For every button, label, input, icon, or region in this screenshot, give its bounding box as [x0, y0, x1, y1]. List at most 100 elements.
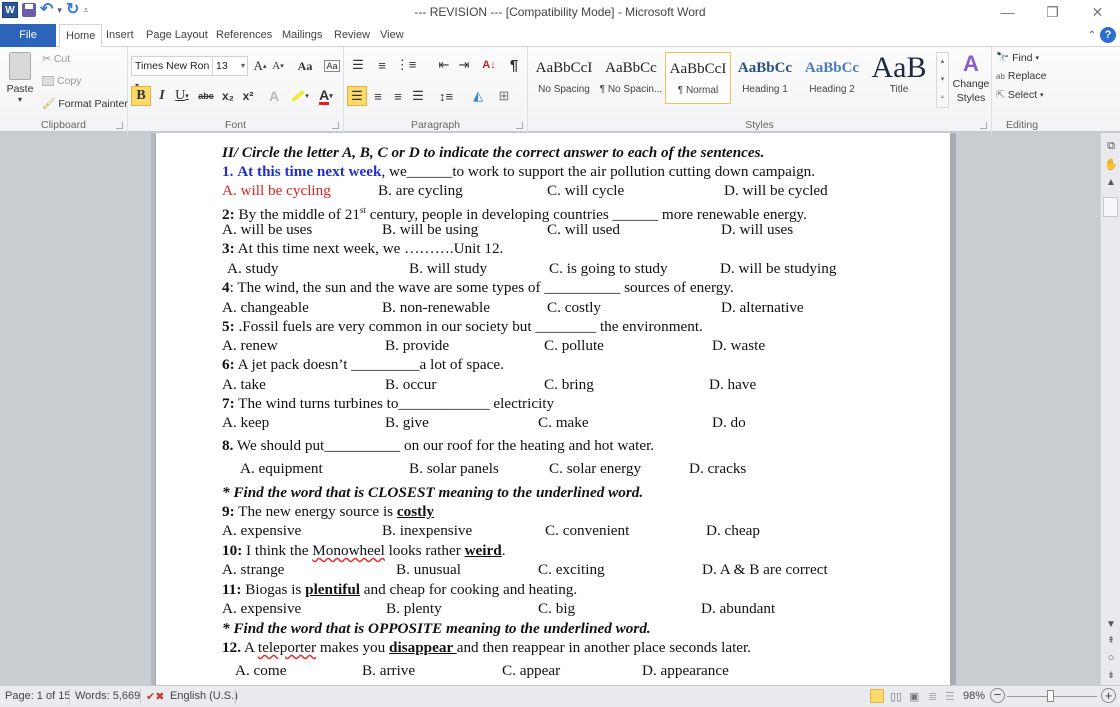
web-layout-icon[interactable]: ▣	[909, 690, 919, 703]
strikethrough-button[interactable]: abc	[196, 86, 216, 106]
next-page-icon[interactable]: ⇟	[1104, 668, 1118, 682]
font-color-button[interactable]: A ▾	[316, 86, 336, 106]
bullets-button[interactable]: ☰	[348, 55, 368, 75]
question-text: A jet pack doesn’t _________a lot of spa…	[234, 356, 504, 373]
select-button[interactable]: ⇱ Select ▾	[996, 89, 1044, 101]
hand-icon[interactable]: ✋	[1104, 157, 1118, 171]
style-heading-1[interactable]: AaBbCc Heading 1	[732, 52, 798, 104]
spelling-error-word[interactable]: Monowheel	[312, 542, 385, 559]
option-b: B. non-renewable	[382, 299, 490, 316]
multilevel-list-button[interactable]: ⋮≡	[396, 55, 417, 75]
borders-button[interactable]: ⊞	[494, 86, 514, 106]
replace-icon: ab	[996, 71, 1005, 81]
paste-button[interactable]: Paste ▾	[4, 50, 36, 110]
font-color-icon: A	[319, 86, 330, 105]
font-size-field[interactable]: 13 ▾	[212, 56, 248, 76]
minimize-button[interactable]: —	[985, 0, 1030, 24]
help-icon[interactable]: ?	[1100, 27, 1116, 43]
zoom-out-button[interactable]: −	[990, 688, 1005, 703]
styles-scroll[interactable]: ▴ ▾ ⩡	[936, 52, 949, 108]
change-styles-button[interactable]: A Change Styles	[952, 51, 990, 105]
justify-button[interactable]: ☰	[408, 86, 428, 106]
cursor-icon: ⇱	[996, 89, 1005, 101]
show-marks-button[interactable]: ¶	[504, 55, 524, 75]
line-spacing-icon: ↕≡	[438, 88, 454, 104]
zoom-in-button[interactable]: +	[1101, 688, 1116, 703]
underline-button[interactable]: U ▾	[172, 86, 192, 106]
tab-file[interactable]: File	[0, 24, 56, 47]
tab-review[interactable]: Review	[328, 24, 376, 47]
clear-formatting-button[interactable]: Aa	[322, 56, 342, 76]
page-count[interactable]: Page: 1 of 15	[5, 690, 70, 702]
replace-button[interactable]: ab Replace	[996, 70, 1046, 82]
sort-button[interactable]: A↓	[479, 55, 499, 75]
full-screen-reading-icon[interactable]: ▯▯	[890, 690, 902, 703]
style-name: No Spacing	[538, 84, 590, 95]
draft-view-icon[interactable]: ☰	[945, 690, 955, 703]
superscript-button[interactable]: x²	[238, 86, 258, 106]
styles-launcher-icon[interactable]	[980, 122, 987, 129]
align-right-button[interactable]: ≡	[388, 86, 408, 106]
spelling-error-word[interactable]: teleporter	[258, 639, 316, 656]
style-heading-2[interactable]: AaBbCc Heading 2	[799, 52, 865, 104]
question-text: and then reappear in another place secon…	[456, 639, 752, 656]
align-left-button[interactable]: ☰	[347, 86, 367, 106]
tab-references[interactable]: References	[210, 24, 278, 47]
select-browse-object-icon[interactable]: ○	[1104, 651, 1118, 665]
format-painter-button[interactable]: 🖌 Format Painter	[42, 97, 128, 111]
shading-button[interactable]: ◭	[468, 86, 488, 106]
style-no-spacing-2[interactable]: AaBbCc ¶ No Spacin...	[598, 52, 664, 104]
clipboard-launcher-icon[interactable]	[116, 122, 123, 129]
highlight-button[interactable]: ▾	[290, 86, 310, 106]
scroll-thumb[interactable]	[1103, 197, 1118, 217]
highlighter-icon	[291, 89, 305, 103]
editing-group-label: Editing	[1005, 119, 1039, 131]
font-launcher-icon[interactable]	[332, 122, 339, 129]
scroll-up-icon[interactable]: ▲	[1104, 175, 1118, 189]
window-title: --- REVISION --- [Compatibility Mode] - …	[414, 5, 706, 19]
status-bar: Page: 1 of 15 Words: 5,669 ✔✖ English (U…	[0, 685, 1120, 707]
grow-font-button[interactable]: A ▴	[250, 56, 270, 76]
question-text: .	[501, 542, 506, 559]
minimize-ribbon-icon[interactable]: ⌃	[1088, 30, 1096, 41]
print-layout-view-icon[interactable]	[870, 689, 884, 703]
tab-view[interactable]: View	[374, 24, 410, 47]
bold-button[interactable]: B	[131, 86, 151, 106]
outline-view-icon[interactable]: ≣	[928, 690, 937, 703]
text-effects-button[interactable]: A	[264, 86, 284, 106]
tab-insert[interactable]: Insert	[100, 24, 140, 47]
cut-button[interactable]: ✂ Cut	[42, 53, 70, 65]
find-button[interactable]: 🔭 Find ▾	[996, 51, 1039, 65]
vertical-scrollbar[interactable]: ⧉ ✋ ▲ ▼ ⇞ ○ ⇟	[1100, 133, 1120, 685]
decrease-indent-button[interactable]: ⇤	[434, 55, 454, 75]
proofing-icon[interactable]: ✔✖	[146, 690, 164, 703]
view-ruler-icon[interactable]: ⧉	[1104, 139, 1118, 153]
option-d: D. cheap	[706, 522, 760, 539]
numbering-button[interactable]: ≡	[372, 55, 392, 75]
tab-page-layout[interactable]: Page Layout	[140, 24, 214, 47]
italic-button[interactable]: I	[152, 86, 172, 106]
tab-home[interactable]: Home	[59, 24, 103, 48]
style-title[interactable]: AaB Title	[866, 52, 932, 104]
shrink-font-button[interactable]: A ▾	[268, 56, 288, 76]
change-case-button[interactable]: Aa	[292, 56, 318, 76]
previous-page-icon[interactable]: ⇞	[1104, 633, 1118, 647]
font-name-field[interactable]: Times New Ron ▾	[131, 56, 213, 90]
line-spacing-button[interactable]: ↕≡	[436, 86, 456, 106]
increase-indent-button[interactable]: ⇥	[454, 55, 474, 75]
subscript-button[interactable]: x₂	[218, 86, 238, 106]
word-count[interactable]: Words: 5,669	[75, 690, 140, 702]
restore-button[interactable]: ❐	[1030, 0, 1075, 24]
option-c: C. convenient	[545, 522, 630, 539]
zoom-level[interactable]: 98%	[963, 690, 985, 702]
scroll-down-icon[interactable]: ▼	[1104, 617, 1118, 631]
language-indicator[interactable]: English (U.S.)	[170, 690, 238, 702]
style-normal[interactable]: AaBbCcI ¶ Normal	[665, 52, 731, 104]
tab-mailings[interactable]: Mailings	[276, 24, 328, 47]
copy-button[interactable]: Copy	[42, 75, 82, 87]
paragraph-launcher-icon[interactable]	[516, 122, 523, 129]
close-button[interactable]: ✕	[1075, 0, 1120, 24]
zoom-slider-thumb[interactable]	[1047, 690, 1054, 702]
style-no-spacing[interactable]: AaBbCcI No Spacing	[531, 52, 597, 104]
align-center-button[interactable]: ≡	[368, 86, 388, 106]
